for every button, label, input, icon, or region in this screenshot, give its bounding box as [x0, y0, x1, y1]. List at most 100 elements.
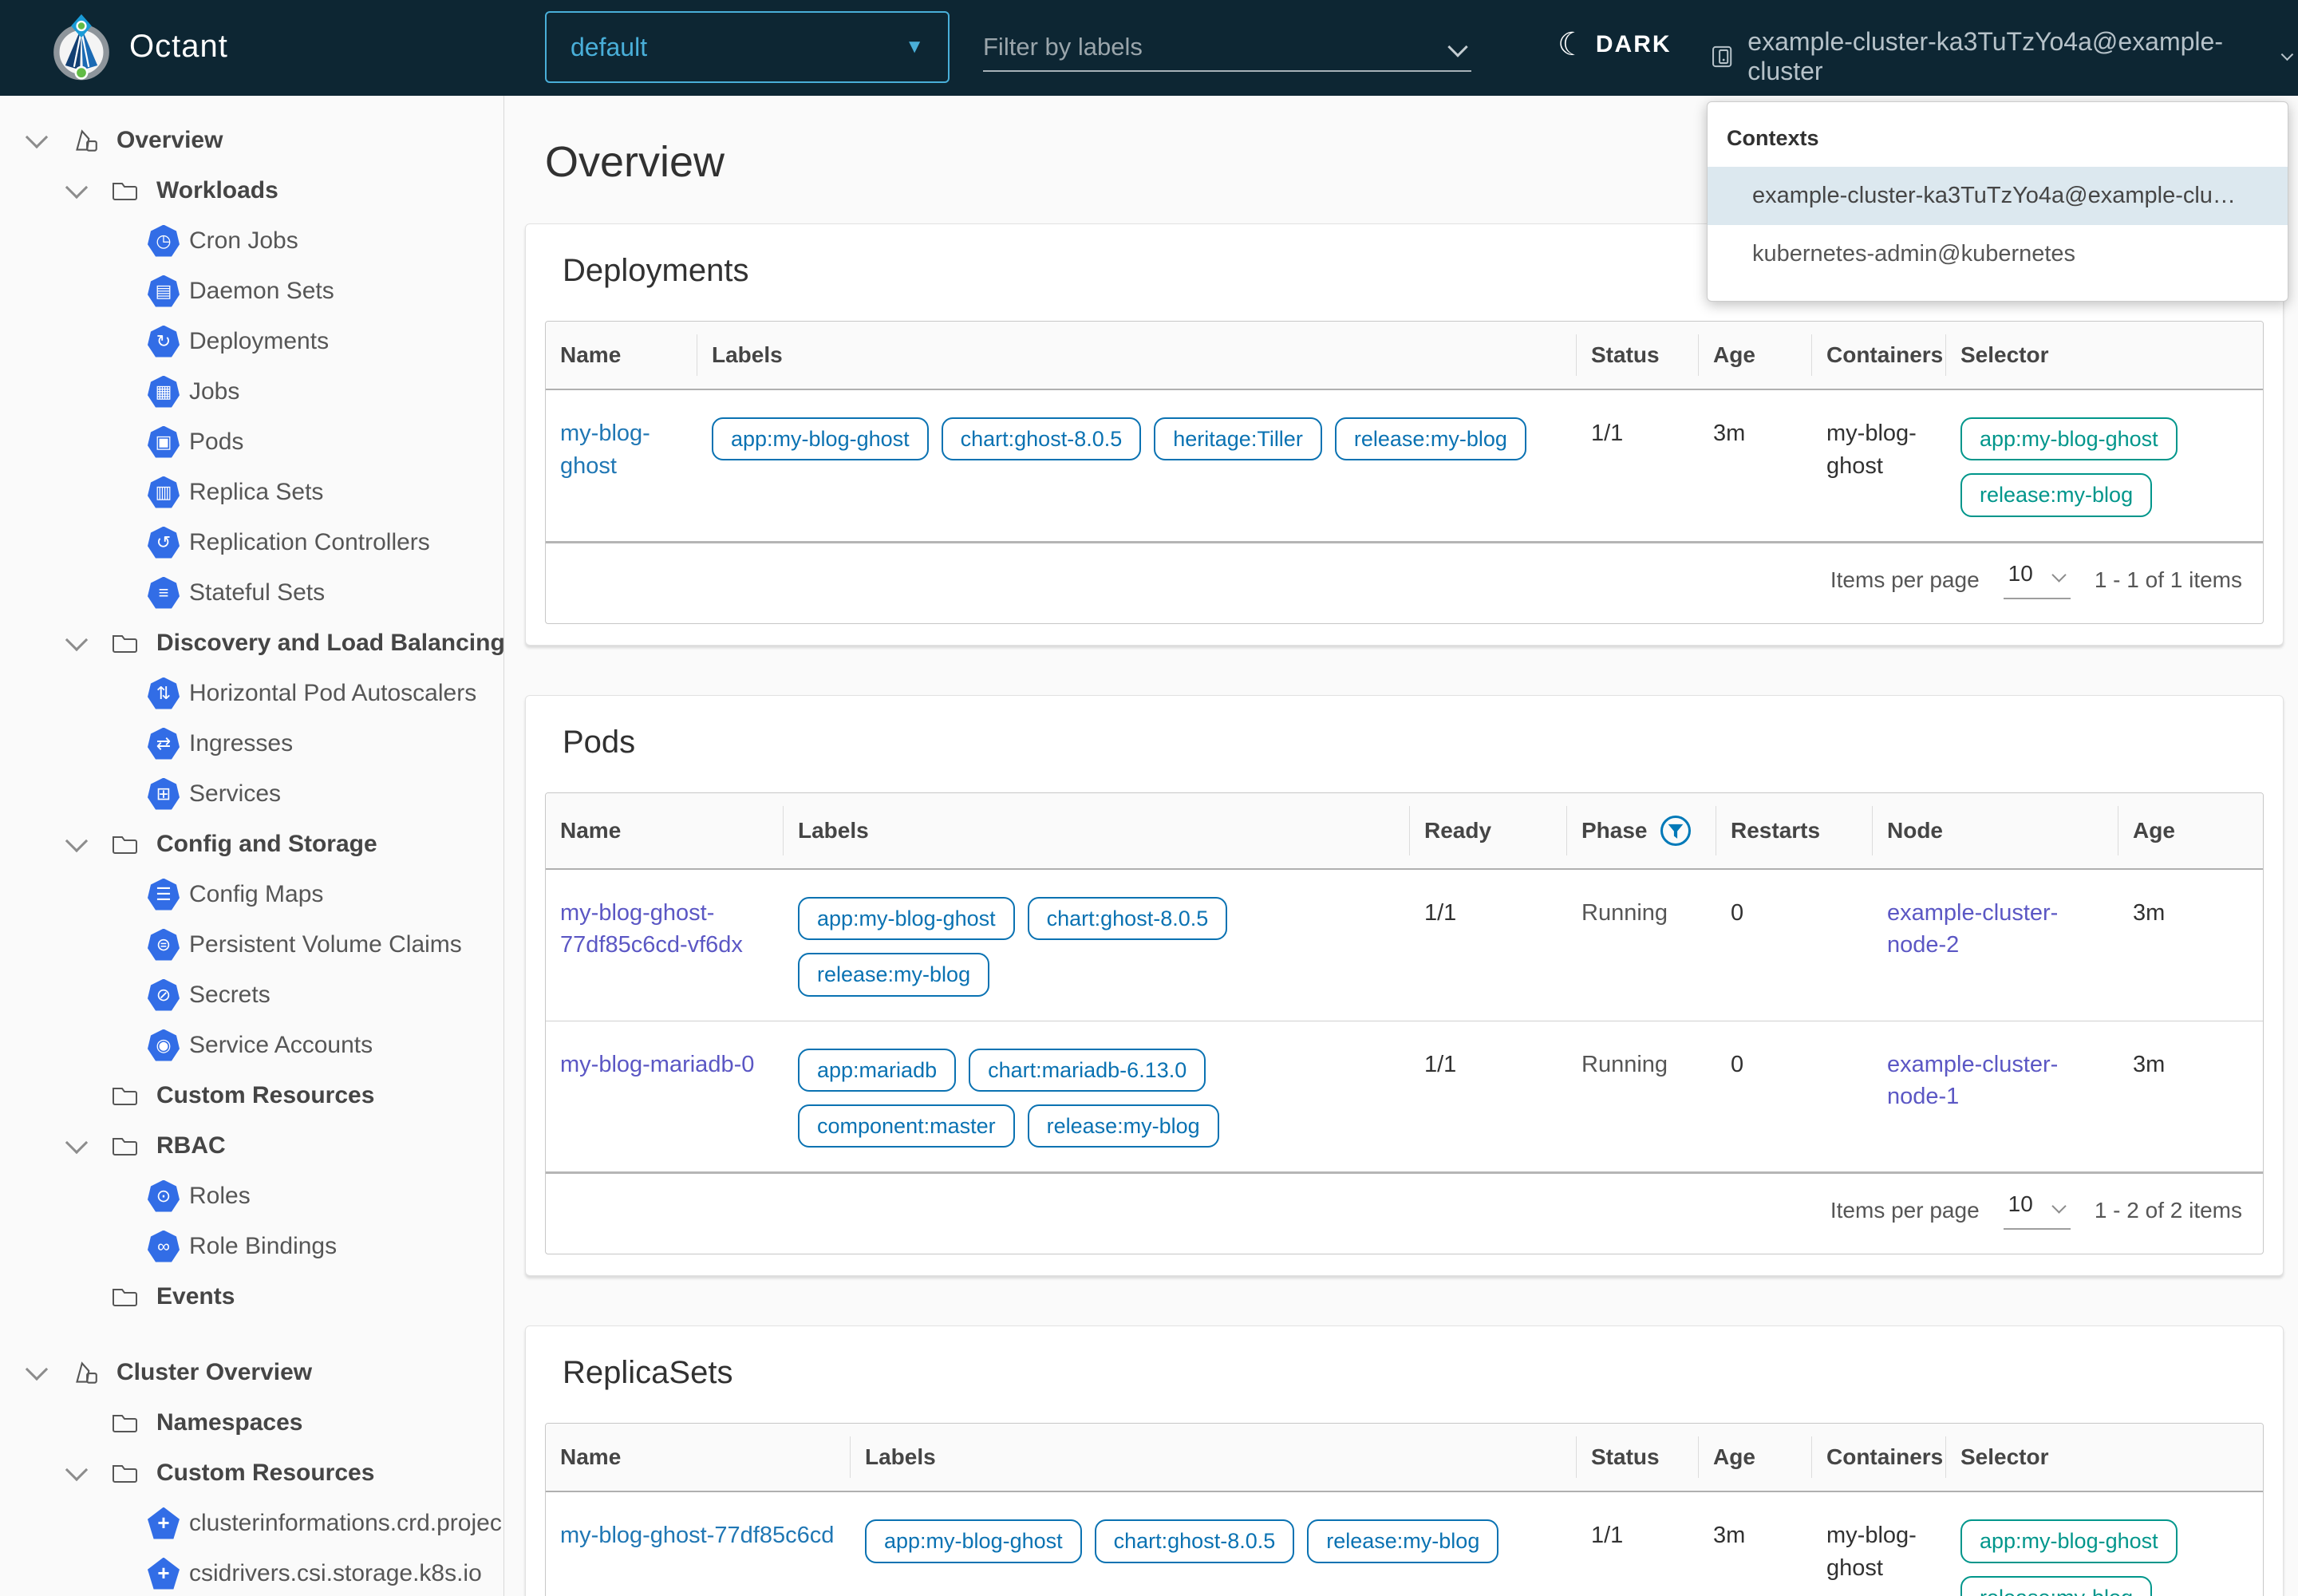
- sidebar-item-custom-resources[interactable]: Custom Resources: [0, 1070, 503, 1120]
- contexts-dropdown-header: Contexts: [1727, 126, 1819, 150]
- sidebar-item-label: Stateful Sets: [189, 579, 326, 606]
- cluster-icon: [1712, 45, 1732, 68]
- sidebar-item-label: Ingresses: [189, 729, 294, 757]
- chevron-down-icon[interactable]: [51, 1458, 102, 1481]
- sidebar-item-label: Cluster Overview: [116, 1358, 313, 1385]
- selector-tag: release:my-blog: [1960, 473, 2153, 517]
- sidebar-item-persistent-volume-claims[interactable]: ⊜ Persistent Volume Claims: [0, 919, 503, 970]
- chevron-down-icon: [2051, 567, 2067, 583]
- sidebar-item-roles[interactable]: ⊙ Roles: [0, 1171, 503, 1221]
- page-size-select[interactable]: 10: [2003, 1191, 2071, 1231]
- column-header-status: Status: [1577, 1424, 1699, 1493]
- contexts-dropdown: Contexts example-cluster-ka3TuTzYo4a@exa…: [1707, 101, 2288, 302]
- sidebar-item-config-maps[interactable]: ☰ Config Maps: [0, 869, 503, 919]
- chevron-down-icon[interactable]: [51, 829, 102, 852]
- label-tag: app:my-blog-ghost: [798, 896, 1015, 941]
- deployment-name-link[interactable]: my-blog-ghost: [560, 421, 650, 479]
- label-tag: chart:ghost-8.0.5: [941, 417, 1142, 461]
- sidebar-item-overview[interactable]: Overview: [0, 115, 503, 165]
- sidebar-item-csidrivers-crd[interactable]: + csidrivers.csi.storage.k8s.io: [0, 1548, 503, 1596]
- sidebar-item-jobs[interactable]: ▦ Jobs: [0, 366, 503, 417]
- sidebar-item-label: Namespaces: [156, 1408, 303, 1436]
- label-tag: release:my-blog: [1027, 1104, 1219, 1148]
- sidebar-item-service-accounts[interactable]: ◉ Service Accounts: [0, 1020, 503, 1070]
- table-row: my-blog-ghost app:my-blog-ghost chart:gh…: [546, 389, 2263, 542]
- sidebar-item-cron-jobs[interactable]: ◷ Cron Jobs: [0, 215, 503, 266]
- sidebar-item-deployments[interactable]: ↻ Deployments: [0, 316, 503, 366]
- sidebar-item-services[interactable]: ⊞ Services: [0, 768, 503, 819]
- sidebar-item-workloads[interactable]: Workloads: [0, 165, 503, 215]
- table-row: my-blog-ghost-77df85c6cd-vf6dx app:my-bl…: [546, 869, 2263, 1021]
- applications-icon: [62, 125, 107, 156]
- service-accounts-icon: ◉: [148, 1029, 180, 1061]
- page-size-select[interactable]: 10: [2003, 561, 2071, 599]
- octant-logo-icon: [53, 14, 109, 81]
- column-header-age: Age: [2118, 792, 2263, 870]
- label-filter-input[interactable]: Filter by labels: [983, 24, 1471, 72]
- restarts-cell: 0: [1716, 1020, 1873, 1173]
- context-menu-item[interactable]: example-cluster-ka3TuTzYo4a@example-clu…: [1708, 167, 2288, 225]
- sidebar-item-rbac[interactable]: RBAC: [0, 1120, 503, 1171]
- sidebar-item-events[interactable]: Events: [0, 1271, 503, 1321]
- sidebar-item-stateful-sets[interactable]: ≡ Stateful Sets: [0, 567, 503, 618]
- sidebar-item-role-bindings[interactable]: ∞ Role Bindings: [0, 1221, 503, 1271]
- sidebar-item-label: Cron Jobs: [189, 227, 298, 254]
- label-filter-placeholder: Filter by labels: [983, 33, 1143, 61]
- containers-cell: my-blog-ghost: [1826, 1523, 1917, 1581]
- label-tag: chart:ghost-8.0.5: [1027, 896, 1228, 941]
- namespace-select[interactable]: default ▼: [545, 11, 950, 83]
- pod-name-link[interactable]: my-blog-ghost-77df85c6cd-vf6dx: [560, 900, 743, 958]
- status-cell: 1/1: [1591, 1523, 1624, 1549]
- sidebar-item-discovery-and-load-balancing[interactable]: Discovery and Load Balancing: [0, 618, 503, 668]
- folder-icon: [102, 1132, 147, 1160]
- chevron-down-icon[interactable]: [51, 176, 102, 199]
- chevron-down-icon[interactable]: [51, 628, 102, 651]
- node-link[interactable]: example-cluster-node-2: [1887, 900, 2058, 958]
- label-tag: release:my-blog: [1307, 1519, 1499, 1563]
- sidebar-item-ingresses[interactable]: ⇄ Ingresses: [0, 718, 503, 768]
- chevron-down-icon[interactable]: [11, 1357, 62, 1381]
- chevron-down-icon: [2281, 48, 2294, 61]
- sidebar-item-custom-resources-cluster[interactable]: Custom Resources: [0, 1448, 503, 1498]
- replication-controllers-icon: ↺: [148, 526, 180, 559]
- jobs-icon: ▦: [148, 375, 180, 408]
- dark-theme-toggle[interactable]: ☾ DARK: [1558, 29, 1672, 61]
- sidebar-item-label: Workloads: [156, 176, 278, 203]
- sidebar-item-clusterinformations-crd[interactable]: + clusterinformations.crd.projec: [0, 1498, 503, 1548]
- context-menu-item[interactable]: kubernetes-admin@kubernetes: [1708, 225, 2288, 283]
- node-link[interactable]: example-cluster-node-1: [1887, 1052, 2058, 1110]
- daemon-sets-icon: ▤: [148, 275, 180, 307]
- pod-name-link[interactable]: my-blog-mariadb-0: [560, 1052, 754, 1077]
- chevron-down-icon: [1447, 37, 1468, 57]
- sidebar-item-label: Discovery and Load Balancing: [156, 629, 504, 656]
- table-row: my-blog-ghost-77df85c6cd app:my-blog-gho…: [546, 1491, 2263, 1596]
- column-header-selector: Selector: [1946, 322, 2263, 390]
- sidebar-item-daemon-sets[interactable]: ▤ Daemon Sets: [0, 266, 503, 316]
- label-tag: component:master: [798, 1104, 1015, 1148]
- items-per-page-label: Items per page: [1830, 1198, 1980, 1223]
- label-tag: heritage:Tiller: [1154, 417, 1322, 461]
- selector-tag: app:my-blog-ghost: [1960, 1519, 2178, 1563]
- sidebar-item-horizontal-pod-autoscalers[interactable]: ⇅ Horizontal Pod Autoscalers: [0, 668, 503, 718]
- secrets-icon: ⊘: [148, 978, 180, 1011]
- containers-cell: my-blog-ghost: [1826, 421, 1917, 479]
- sidebar-item-replica-sets[interactable]: ▥ Replica Sets: [0, 467, 503, 517]
- chevron-down-icon[interactable]: [51, 1131, 102, 1154]
- column-header-name: Name: [546, 1424, 851, 1493]
- age-cell: 3m: [2118, 1020, 2263, 1173]
- context-selector[interactable]: example-cluster-ka3TuTzYo4a@example-clus…: [1709, 27, 2298, 86]
- sidebar-item-config-and-storage[interactable]: Config and Storage: [0, 819, 503, 869]
- sidebar-item-pods[interactable]: ▣ Pods: [0, 417, 503, 467]
- sidebar-item-cluster-overview[interactable]: Cluster Overview: [0, 1347, 503, 1397]
- filter-icon[interactable]: [1659, 814, 1692, 847]
- deployments-icon: ↻: [148, 325, 180, 358]
- sidebar-item-replication-controllers[interactable]: ↺ Replication Controllers: [0, 517, 503, 567]
- sidebar-item-secrets[interactable]: ⊘ Secrets: [0, 970, 503, 1020]
- folder-icon: [102, 830, 147, 859]
- namespace-value: default: [571, 32, 648, 61]
- chevron-down-icon: [2051, 1199, 2067, 1214]
- replicaset-name-link[interactable]: my-blog-ghost-77df85c6cd: [560, 1523, 834, 1548]
- label-tag: app:my-blog-ghost: [865, 1519, 1082, 1563]
- chevron-down-icon[interactable]: [11, 125, 62, 148]
- sidebar-item-namespaces[interactable]: Namespaces: [0, 1397, 503, 1448]
